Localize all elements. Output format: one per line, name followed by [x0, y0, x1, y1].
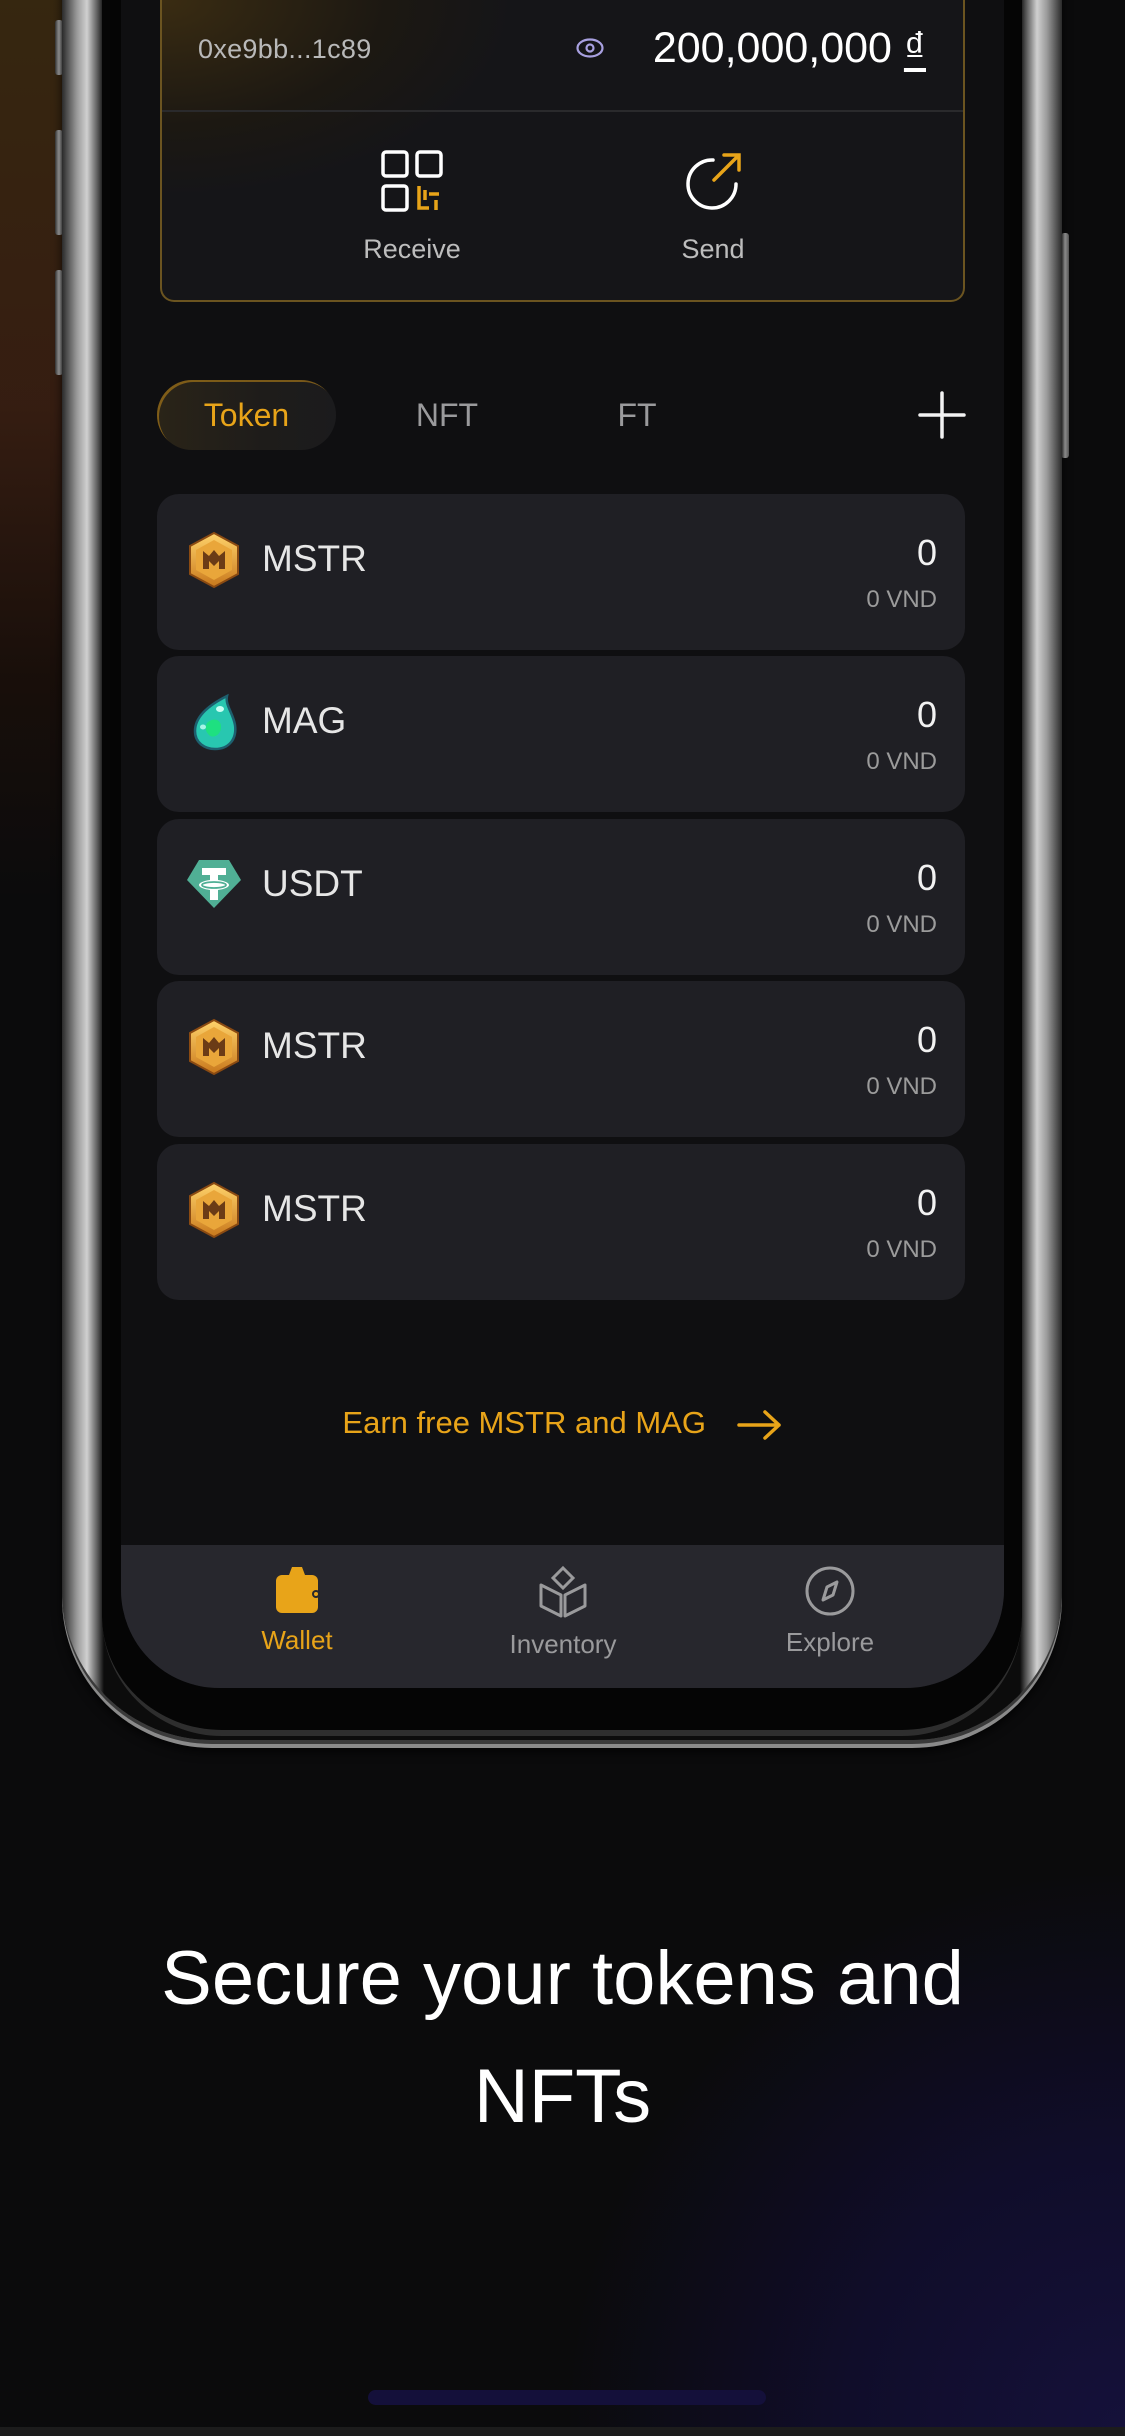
token-amount: 0: [916, 857, 937, 898]
arrow-right-icon: [736, 1410, 781, 1440]
wallet-address[interactable]: 0xe9bb...1c89: [198, 34, 372, 65]
send-arrow-icon: [686, 153, 741, 210]
token-amount: 0: [916, 532, 937, 573]
phone-screen: 0xe9bb...1c89 200,000,000 ₫ Receive Send: [121, 0, 1004, 1688]
currency-symbol: ₫: [903, 24, 926, 72]
promo-headline: Secure your tokens and NFTs: [0, 1920, 1125, 2156]
usdt-tether-icon: [187, 860, 241, 908]
bottom-strip: [0, 2427, 1125, 2436]
mstr-coin-icon: [189, 1018, 239, 1076]
add-token-button[interactable]: [917, 390, 967, 440]
asset-tabs: Token NFT FT: [157, 380, 967, 450]
nav-explore[interactable]: Explore: [730, 1565, 930, 1658]
receive-button[interactable]: Receive: [332, 150, 492, 265]
phone-power-button: [1061, 233, 1069, 458]
home-indicator[interactable]: [368, 2390, 766, 2405]
token-fiat-value: 0 VND: [866, 911, 937, 938]
nav-wallet-label: Wallet: [261, 1625, 333, 1655]
token-row[interactable]: MSTR 0 0 VND: [157, 1144, 965, 1300]
eye-icon[interactable]: [576, 38, 604, 58]
nav-explore-label: Explore: [785, 1627, 875, 1657]
token-row[interactable]: USDT 0 0 VND: [157, 819, 965, 975]
nav-inventory-label: Inventory: [509, 1629, 617, 1659]
token-symbol: USDT: [262, 863, 363, 904]
wallet-balance: 200,000,000 ₫: [653, 24, 926, 73]
mag-gem-icon: [193, 693, 237, 751]
earn-free-tokens-link[interactable]: Earn free MSTR and MAG: [121, 1405, 1004, 1441]
token-fiat-value: 0 VND: [866, 1236, 937, 1263]
token-row[interactable]: MSTR 0 0 VND: [157, 494, 965, 650]
card-divider: [162, 110, 963, 112]
token-symbol: MSTR: [262, 538, 367, 579]
tab-nft[interactable]: NFT: [387, 380, 507, 450]
mstr-coin-icon: [189, 531, 239, 589]
tab-token[interactable]: Token: [157, 380, 336, 450]
compass-icon: [805, 1566, 855, 1616]
earn-link-label: Earn free MSTR and MAG: [342, 1405, 706, 1440]
nav-wallet[interactable]: Wallet: [197, 1565, 397, 1656]
token-amount: 0: [916, 1182, 937, 1223]
wallet-icon: [276, 1567, 320, 1613]
token-symbol: MSTR: [262, 1188, 367, 1229]
token-row[interactable]: MSTR 0 0 VND: [157, 981, 965, 1137]
send-button[interactable]: Send: [633, 150, 793, 265]
token-amount: 0: [916, 694, 937, 735]
nav-inventory[interactable]: Inventory: [463, 1565, 663, 1660]
token-row[interactable]: MAG 0 0 VND: [157, 656, 965, 812]
token-symbol: MAG: [262, 700, 347, 741]
receive-label: Receive: [363, 234, 461, 264]
token-symbol: MSTR: [262, 1025, 367, 1066]
qr-code-icon: [381, 150, 443, 212]
mstr-coin-icon: [189, 1181, 239, 1239]
wallet-card: 0xe9bb...1c89 200,000,000 ₫ Receive Send: [160, 0, 965, 302]
token-fiat-value: 0 VND: [866, 586, 937, 613]
token-amount: 0: [916, 1019, 937, 1060]
bottom-tab-bar: Wallet Inventory Explore: [121, 1545, 1004, 1688]
headline-line-2: NFTs: [473, 2054, 652, 2139]
token-fiat-value: 0 VND: [866, 748, 937, 775]
send-label: Send: [681, 234, 745, 264]
token-fiat-value: 0 VND: [866, 1073, 937, 1100]
headline-line-1: Secure your tokens and: [161, 1936, 964, 2021]
cube-icon: [539, 1565, 587, 1618]
tab-ft[interactable]: FT: [577, 380, 697, 450]
balance-amount: 200,000,000: [652, 24, 892, 72]
